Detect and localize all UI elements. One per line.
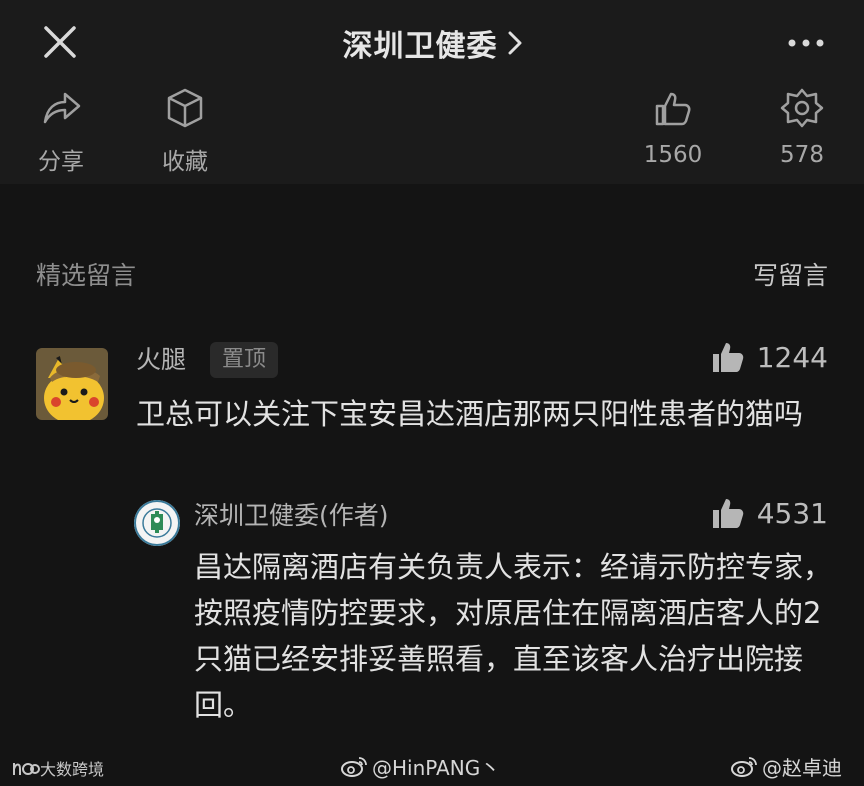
health-commission-logo-icon — [134, 500, 180, 546]
share-icon — [43, 92, 81, 124]
favorite-button[interactable]: 收藏 — [130, 86, 240, 176]
box-icon — [167, 88, 203, 128]
watermark-left-text: 大数跨境 — [40, 760, 105, 779]
comments-header: 精选留言 写留言 — [36, 252, 828, 298]
watermark-left: 大数跨境 — [10, 756, 104, 780]
favorite-label: 收藏 — [162, 149, 208, 175]
comment-text: 卫总可以关注下宝安昌达酒店那两只阳性患者的猫吗 — [136, 397, 804, 431]
article-top-bar: 深圳卫健委 分享 收藏 1560 578 — [0, 0, 864, 184]
article-bottom-screen: 深圳卫健委 分享 收藏 1560 578 精选留言 写留言 火腿 置顶 1244… — [0, 0, 864, 786]
author-avatar[interactable] — [134, 500, 180, 546]
weibo-watermark-1: @HinPANG丶 — [340, 752, 500, 781]
wow-icon — [780, 88, 824, 128]
thumb-up-icon — [655, 92, 691, 126]
section-title: 精选留言 — [36, 261, 137, 290]
share-button[interactable]: 分享 — [6, 86, 116, 176]
reply-like-count: 4531 — [756, 496, 828, 530]
weibo-icon — [731, 756, 757, 777]
account-title[interactable]: 深圳卫健委 — [0, 18, 864, 68]
weibo-watermark-2: @赵卓迪 — [730, 752, 842, 781]
like-button[interactable]: 1560 — [618, 86, 728, 176]
like-count-label: 1560 — [643, 142, 703, 168]
author-reply-text: 昌达隔离酒店有关负责人表示：经请示防控专家，按照疫情防控要求，对原居住在隔离酒店… — [194, 550, 833, 722]
author-name[interactable]: 深圳卫健委(作者) — [194, 496, 389, 532]
wow-count-label: 578 — [780, 142, 824, 168]
weibo-watermark-1-text: @HinPANG丶 — [372, 756, 501, 780]
share-label: 分享 — [38, 149, 84, 175]
brand-logo-icon — [13, 763, 40, 775]
comment-like-button[interactable]: 1244 — [711, 340, 828, 374]
pinned-badge: 置顶 — [210, 342, 279, 378]
chevron-right-icon — [508, 31, 521, 55]
thumb-up-filled-icon — [712, 343, 743, 372]
reply-like-button[interactable]: 4531 — [711, 496, 828, 530]
commenter-nickname[interactable]: 火腿 — [136, 340, 186, 376]
weibo-icon — [341, 756, 367, 777]
comment-like-count: 1244 — [756, 340, 828, 374]
more-icon[interactable] — [784, 28, 828, 58]
wow-button[interactable]: 578 — [747, 86, 857, 176]
write-comment-button[interactable]: 写留言 — [753, 256, 828, 292]
account-title-text[interactable]: 深圳卫健委 — [343, 21, 498, 65]
weibo-watermark-2-text: @赵卓迪 — [762, 756, 842, 780]
thumb-up-filled-icon — [712, 499, 743, 528]
avatar[interactable] — [36, 348, 108, 420]
pikachu-avatar-icon — [36, 348, 108, 420]
